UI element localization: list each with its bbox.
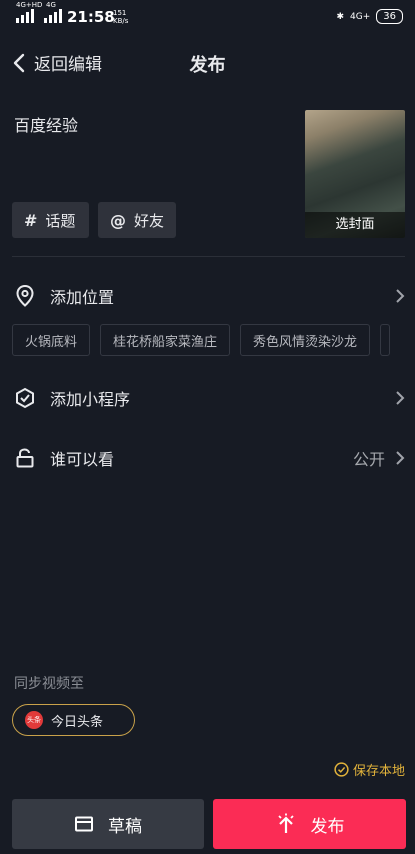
divider — [12, 256, 405, 257]
add-mini-program-label: 添加小程序 — [50, 390, 131, 409]
chevron-right-icon — [395, 390, 405, 410]
signal-icon-2 — [44, 9, 62, 23]
topic-label: 话题 — [45, 211, 76, 230]
signal-icon — [16, 9, 34, 23]
at-icon: @ — [110, 210, 126, 230]
bluetooth-icon: ✱ — [336, 11, 345, 22]
hashtag-icon: # — [24, 210, 38, 230]
chevron-right-icon — [395, 450, 405, 470]
network-type-right: 4G+ — [350, 11, 371, 22]
check-circle-icon — [334, 762, 349, 777]
location-suggestion[interactable]: 秀色风情烫染沙龙 — [240, 324, 371, 356]
visibility-row[interactable]: 谁可以看 公开 — [14, 438, 405, 478]
chevron-right-icon — [395, 288, 405, 308]
location-suggestion[interactable]: 桂花桥船家菜渔庄 — [100, 324, 231, 356]
mini-program-icon — [14, 387, 36, 409]
cover-selector[interactable]: 选封面 — [305, 110, 405, 238]
add-location-label: 添加位置 — [50, 288, 115, 307]
toutiao-label: 今日头条 — [51, 714, 104, 730]
sync-label: 同步视频至 — [14, 676, 84, 692]
network-type-left: 4G+HD — [16, 1, 43, 9]
status-time: 21:58 — [67, 8, 115, 26]
location-suggestions: 火锅底料 桂花桥船家菜渔庄 秀色风情烫染沙龙 — [12, 324, 391, 356]
page-title: 发布 — [189, 55, 226, 76]
status-bar: 4G+HD 4G 21:58 151 KB/s ✱ 4G+ 36 — [0, 0, 415, 34]
network-type-mid: 4G — [46, 1, 56, 9]
visibility-value: 公开 — [352, 450, 385, 469]
location-pin-icon — [14, 285, 36, 307]
cover-label: 选封面 — [305, 212, 405, 238]
sync-toutiao-toggle[interactable]: 头条 今日头条 — [12, 704, 135, 736]
speed-value: 151 — [113, 9, 127, 17]
status-right: ✱ 4G+ 36 — [336, 9, 403, 24]
toutiao-logo-icon: 头条 — [25, 711, 43, 729]
add-location-row[interactable]: 添加位置 — [14, 276, 405, 316]
unlock-icon — [14, 447, 36, 469]
save-local-checkbox[interactable]: 保存本地 — [334, 760, 405, 779]
add-mini-program-row[interactable]: 添加小程序 — [14, 378, 405, 418]
location-suggestion-more[interactable] — [380, 324, 391, 356]
location-suggestion[interactable]: 火锅底料 — [12, 324, 91, 356]
network-speed: 151 KB/s — [113, 9, 133, 25]
draft-label: 草稿 — [108, 816, 142, 837]
draft-box-icon — [75, 816, 93, 832]
speed-unit: KB/s — [113, 17, 129, 25]
mention-button[interactable]: @ 好友 — [98, 202, 176, 238]
publish-button[interactable]: 发布 — [213, 799, 406, 849]
visibility-label: 谁可以看 — [50, 450, 115, 469]
description-input[interactable]: 百度经验 — [14, 112, 78, 136]
friend-label: 好友 — [134, 211, 165, 230]
publish-label: 发布 — [310, 816, 345, 837]
battery-icon: 36 — [376, 9, 403, 24]
draft-button[interactable]: 草稿 — [12, 799, 204, 849]
publish-arrow-icon — [277, 813, 294, 833]
save-local-label: 保存本地 — [352, 764, 405, 779]
topic-button[interactable]: # 话题 — [12, 202, 89, 238]
